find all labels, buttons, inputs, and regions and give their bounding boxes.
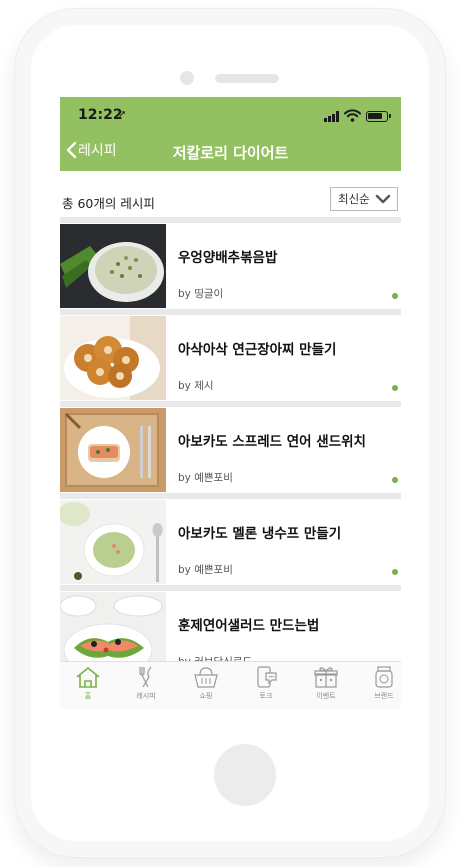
recipe-author: by 예쁜포비 <box>178 472 233 484</box>
recipe-list: 우엉양배추볶음밥 by 띵글이 아삭아삭 연근장아찌 만들기 by 제시 아보카… <box>60 217 401 677</box>
list-divider <box>60 217 401 223</box>
tab-home[interactable]: 홈 <box>68 665 108 707</box>
new-indicator-dot <box>392 569 398 575</box>
list-divider <box>60 493 401 499</box>
list-divider <box>60 401 401 407</box>
phone-chat-icon <box>257 666 277 688</box>
battery-icon <box>366 111 391 122</box>
bottom-tab-bar: 홈 레시피 쇼핑 토크 이벤트 브랜드 <box>60 661 401 709</box>
new-indicator-dot <box>392 477 398 483</box>
recipe-title: 아보카도 멜론 냉수프 만들기 <box>178 526 342 542</box>
front-camera <box>180 71 194 85</box>
app-screen: 12:22 ➚ 레시피 저칼로리 다이어트 총 60개의 레시피 최신순 우엉양… <box>60 97 401 709</box>
recipe-thumbnail[interactable] <box>60 408 166 492</box>
battery-level <box>368 113 383 119</box>
tab-label: 레시피 <box>136 692 156 700</box>
recipe-item[interactable]: 아보카도 스프레드 연어 샌드위치 by 예쁜포비 <box>60 408 401 492</box>
house-icon <box>76 667 100 688</box>
recipe-author: by 띵글이 <box>178 288 224 300</box>
recipe-thumbnail[interactable] <box>60 224 166 308</box>
recipe-count: 총 60개의 레시피 <box>62 196 155 211</box>
recipe-item[interactable]: 아보카도 멜론 냉수프 만들기 by 예쁜포비 <box>60 500 401 584</box>
page-title: 저칼로리 다이어트 <box>172 144 289 162</box>
app-header: 12:22 ➚ 레시피 저칼로리 다이어트 <box>60 97 401 171</box>
list-divider <box>60 585 401 591</box>
tab-brand[interactable]: 브랜드 <box>364 665 401 707</box>
recipe-author: by 예쁜포비 <box>178 564 233 576</box>
tab-label: 토크 <box>259 692 273 700</box>
status-time: 12:22 <box>78 107 123 123</box>
recipe-title: 아보카도 스프레드 연어 샌드위치 <box>178 434 366 450</box>
location-arrow-icon: ➚ <box>118 109 127 120</box>
jar-icon <box>375 666 393 688</box>
earpiece-speaker <box>215 74 279 83</box>
list-divider <box>60 309 401 315</box>
recipe-item[interactable]: 우엉양배추볶음밥 by 띵글이 <box>60 224 401 308</box>
new-indicator-dot <box>392 293 398 299</box>
sort-selected: 최신순 <box>338 192 370 206</box>
recipe-thumbnail[interactable] <box>60 500 166 584</box>
tab-label: 브랜드 <box>374 692 394 700</box>
home-button[interactable] <box>214 744 276 806</box>
recipe-title: 아삭아삭 연근장아찌 만들기 <box>178 342 337 358</box>
tab-shopping[interactable]: 쇼핑 <box>186 665 226 707</box>
wifi-icon <box>344 109 361 122</box>
tab-label: 쇼핑 <box>199 692 213 700</box>
tab-label: 홈 <box>84 692 92 700</box>
new-indicator-dot <box>392 385 398 391</box>
recipe-title: 우엉양배추볶음밥 <box>178 250 278 266</box>
recipe-thumbnail[interactable] <box>60 316 166 400</box>
recipe-author: by 제시 <box>178 380 214 392</box>
tab-label: 이벤트 <box>316 692 336 700</box>
basket-icon <box>194 667 218 688</box>
recipe-title: 훈제연어샐러드 만드는법 <box>178 618 320 634</box>
tab-event[interactable]: 이벤트 <box>306 665 346 707</box>
fork-knife-icon <box>139 666 152 688</box>
status-bar: 12:22 ➚ <box>60 106 401 126</box>
chevron-down-icon <box>375 194 391 204</box>
gift-box-icon <box>314 667 338 688</box>
list-toolbar: 총 60개의 레시피 최신순 <box>60 171 401 217</box>
tab-talk[interactable]: 토크 <box>246 665 286 707</box>
tab-recipe[interactable]: 레시피 <box>126 665 166 707</box>
recipe-item[interactable]: 아삭아삭 연근장아찌 만들기 by 제시 <box>60 316 401 400</box>
cellular-signal-icon <box>324 111 340 122</box>
sort-dropdown[interactable]: 최신순 <box>330 187 398 211</box>
